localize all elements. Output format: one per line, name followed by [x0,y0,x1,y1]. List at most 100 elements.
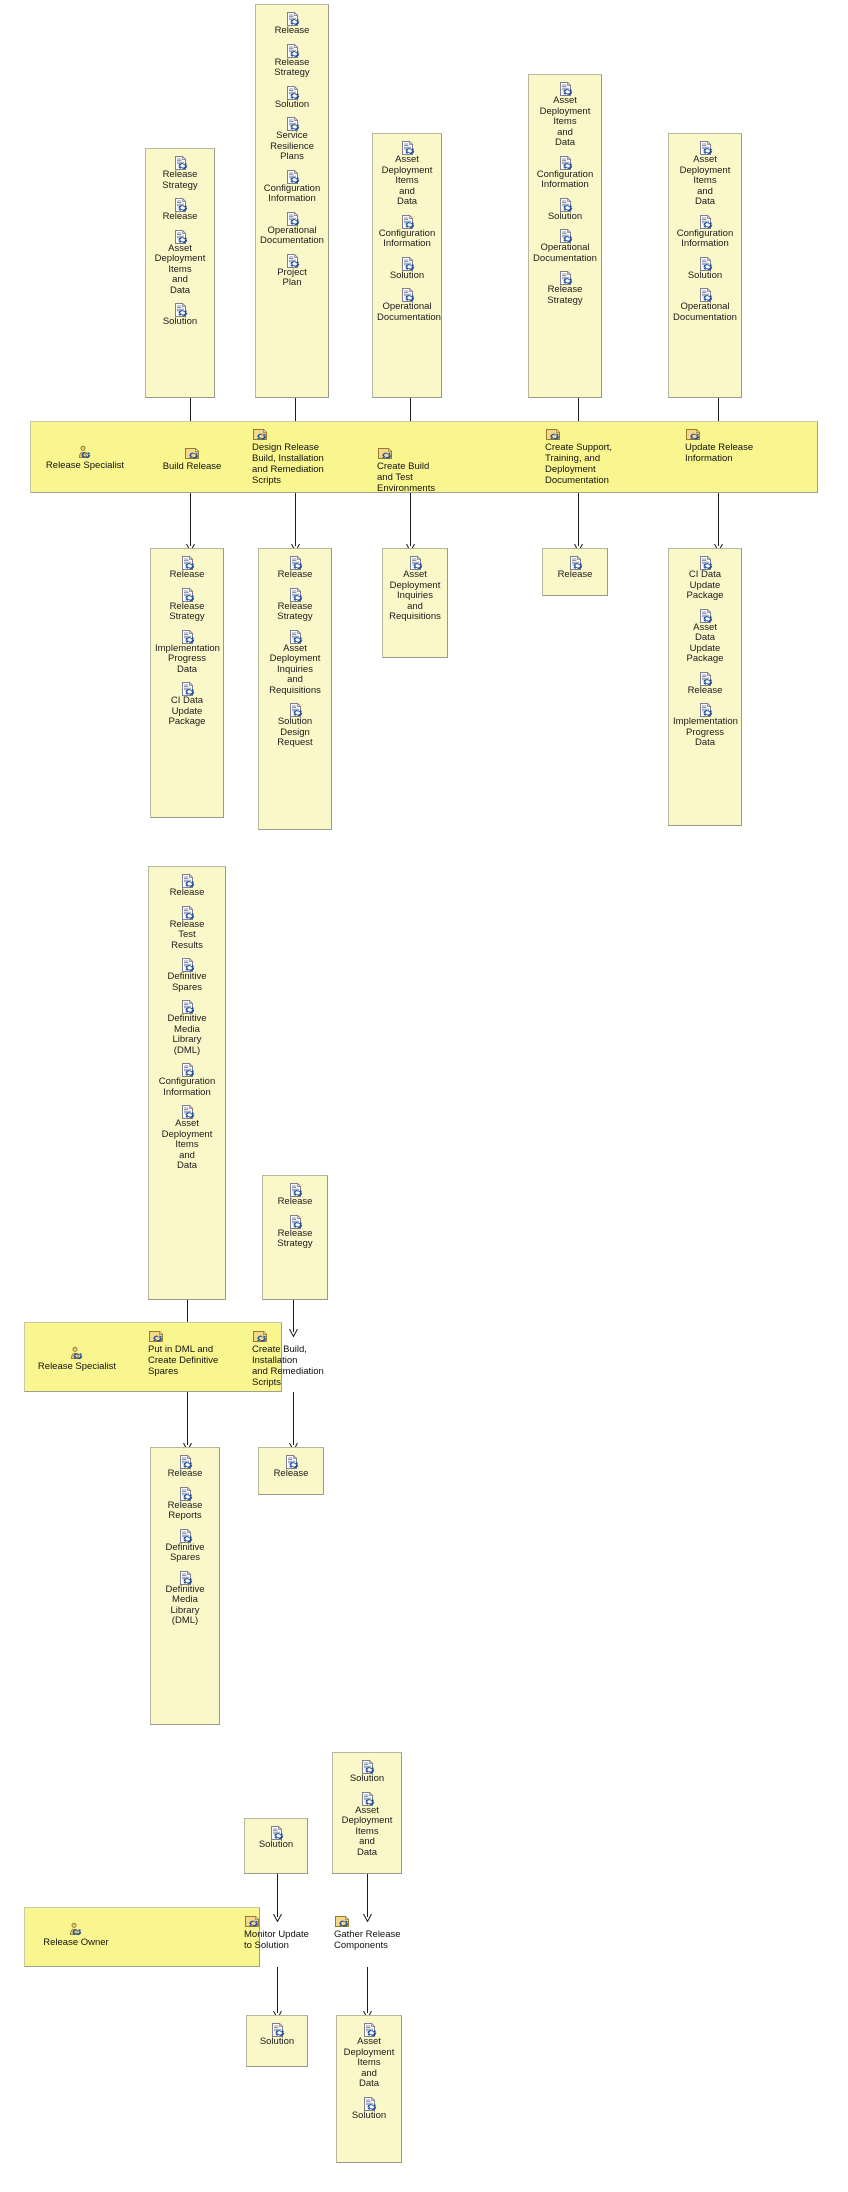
work-product-label: Release Test Results [169,918,205,951]
arrowhead-icon [185,539,195,553]
work-product-label: CI Data Update Package [168,695,206,727]
work-product-icon [288,629,303,644]
work-product-icon [568,555,583,570]
work-product-icon [178,1454,193,1469]
lane-activity-label: Create Support, Training, and Deployment… [545,442,613,486]
work-product-icon [180,587,195,602]
work-product-item: Asset Deployment Items and Data [373,140,441,208]
lane-role[interactable]: Release Specialist [24,1346,130,1372]
work-product-label: Project Plan [277,266,307,288]
arrowhead-icon [362,2006,372,2020]
work-product-label: Release Strategy [277,1227,313,1249]
work-product-item: Implementation Progress Data [669,702,741,749]
arrowhead-icon [405,539,415,553]
lane-role-label: Release Owner [43,1937,109,1948]
work-product-icon [360,1759,375,1774]
work-product-label: Release Strategy [274,56,310,78]
work-product-item: Asset Deployment Items and Data [529,81,601,149]
lane-activity[interactable]: Create Build, Installation and Remediati… [252,1329,340,1388]
work-product-item: Solution [333,1759,401,1785]
work-product-label: Release [687,684,723,696]
work-product-icon [173,229,188,244]
work-product-label: Implementation Progress Data [673,716,738,748]
lane-role-label: Release Specialist [37,1361,117,1372]
work-product-box: Solution [244,1818,308,1874]
lane-role[interactable]: Release Specialist [30,445,140,471]
arrowhead-icon [272,2006,282,2020]
work-product-icon [558,155,573,170]
work-product-icon [180,999,195,1014]
work-product-icon [173,197,188,212]
lane-activity[interactable]: Create Support, Training, and Deployment… [545,427,655,486]
work-product-icon [180,957,195,972]
work-product-label: Solution [258,1839,294,1850]
arrowhead-icon [288,1438,298,1452]
lane-activity[interactable]: Update Release Information [685,427,777,464]
work-product-icon [360,1791,375,1806]
work-product-box: Release Release Strategy [150,548,224,818]
work-product-icon [362,2096,377,2111]
work-product-icon [285,85,300,100]
work-product-box: Release Release Test Results Definitive … [148,866,226,1300]
work-product-label: Definitive Spares [167,971,207,993]
arrowhead-icon [713,539,723,553]
work-product-icon [285,211,300,226]
work-product-label: Solution [389,269,425,281]
work-product-label: Configuration Information [263,182,321,204]
work-product-label: Release [167,1468,203,1479]
work-product-box: Asset Deployment Items and Data Solution [336,2015,402,2163]
work-product-item: Asset Deployment Items and Data [333,1791,401,1859]
work-product-item: Asset Deployment Items and Data [146,229,214,297]
work-product-label: Asset Deployment Items and Data [341,1804,393,1858]
lane-activity[interactable]: Build Release [152,446,232,472]
work-product-label: Release Strategy [277,600,313,622]
work-product-icon [288,555,303,570]
work-product-label: Asset Deployment Items and Data [343,2036,395,2089]
work-product-item: Service Resilience Plans [256,116,328,163]
work-product-item: Release Strategy [256,43,328,79]
work-product-label: Asset Data Update Package [686,621,724,664]
work-product-icon [400,140,415,155]
work-product-icon [698,256,713,271]
work-product-label: Release [557,569,593,580]
work-product-label: Operational Documentation [533,242,597,264]
work-product-label: Solution [351,2109,387,2121]
work-product-item: Configuration Information [373,214,441,250]
work-product-label: Operational Documentation [377,301,441,323]
work-product-icon [288,702,303,717]
work-product-icon [288,1214,303,1229]
work-product-label: Asset Deployment Items and Data [679,154,731,207]
work-product-icon [400,287,415,302]
lane-activity[interactable]: Create Build and Test Environments [377,446,473,494]
lane-role-label: Release Specialist [45,460,125,471]
work-product-item: Release [259,1454,323,1480]
work-product-item: Release [669,671,741,697]
work-product-item: Release Test Results [149,905,225,952]
work-product-label: Asset Deployment Inquiries and Requisiti… [269,642,321,696]
work-product-label: Implementation Progress Data [155,642,220,675]
work-product-icon [178,1528,193,1543]
lane-activity[interactable]: Put in DML and Create Definitive Spares [148,1329,228,1377]
work-product-item: Implementation Progress Data [151,629,223,676]
work-product-item: Operational Documentation [373,287,441,323]
work-product-icon [558,270,573,285]
lane-activity-label: Design Release Build, Installation and R… [252,442,324,486]
work-product-label: Definitive Media Library (DML) [165,1583,205,1626]
work-product-box: Asset Deployment Inquiries and Requisiti… [382,548,448,658]
work-product-label: Solution [274,98,310,110]
lane-activity[interactable]: Monitor Update to Solution [244,1914,320,1951]
work-product-box: Release Release Reports Definitive Spare… [150,1447,220,1725]
lane-activity[interactable]: Design Release Build, Installation and R… [252,427,344,486]
work-product-item: Operational Documentation [256,211,328,247]
work-product-label: Configuration Information [378,227,436,249]
work-product-label: Solution [547,210,583,222]
work-product-item: Solution [256,85,328,111]
work-product-icon [285,11,300,26]
lane-role[interactable]: Release Owner [24,1922,128,1948]
work-product-icon [698,214,713,229]
work-product-icon [285,253,300,268]
work-product-item: Operational Documentation [669,287,741,323]
work-product-item: Asset Deployment Items and Data [337,2022,401,2090]
lane-activity[interactable]: Gather Release Components [334,1914,418,1951]
work-product-icon [180,1104,195,1119]
